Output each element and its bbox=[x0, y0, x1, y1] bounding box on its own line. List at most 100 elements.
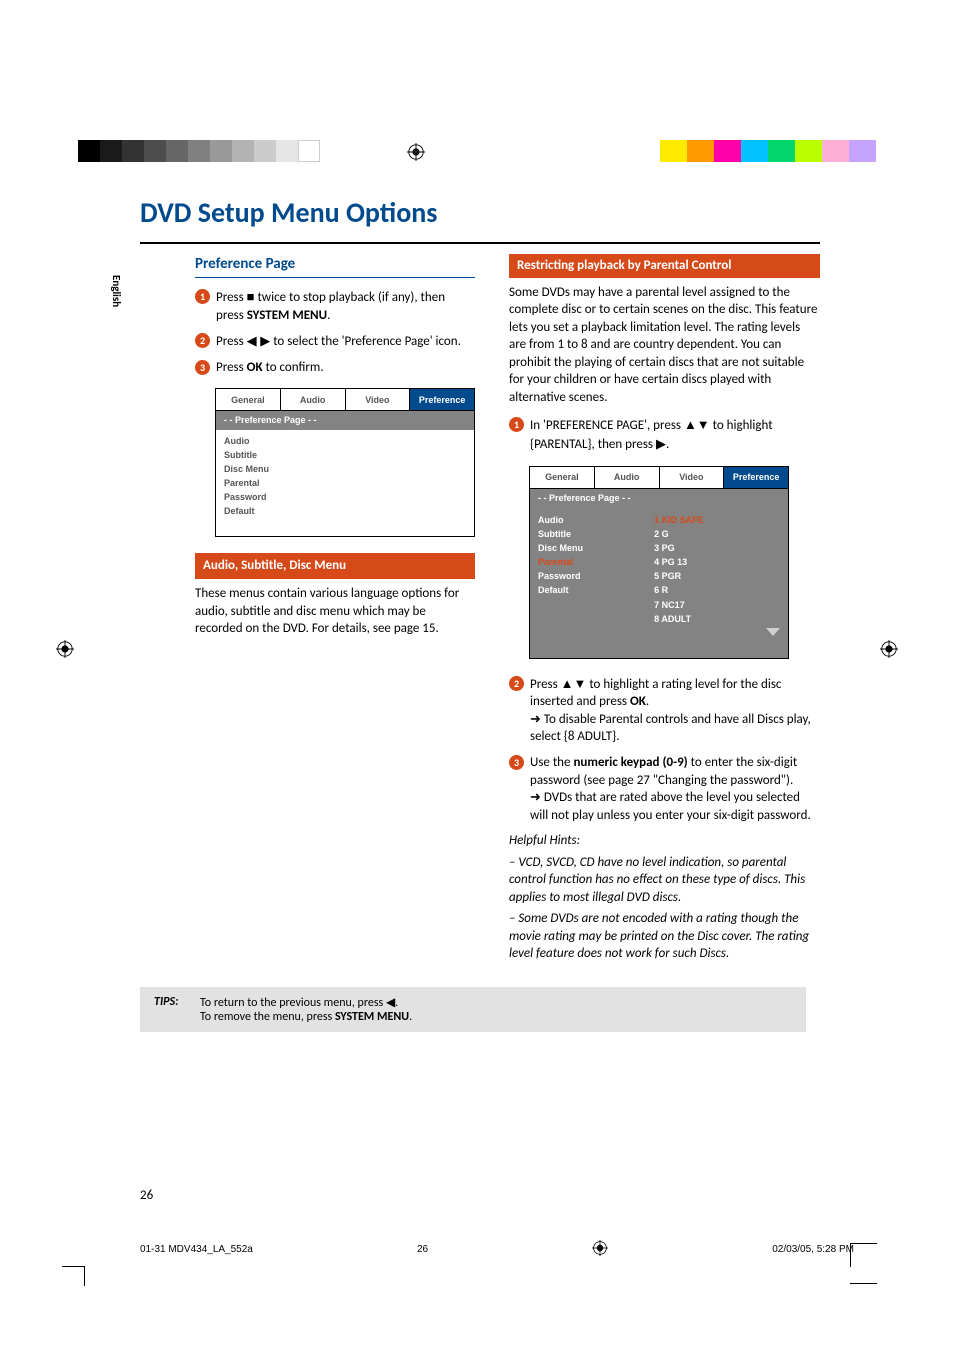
step-text: numeric keypad (0-9) bbox=[573, 755, 687, 770]
page-content: English DVD Setup Menu Options Preferenc… bbox=[140, 195, 820, 1032]
osd-value: 3 PG bbox=[654, 541, 780, 555]
osd-tab: General bbox=[530, 467, 595, 488]
osd-item: Default bbox=[538, 583, 654, 597]
osd-header: - - Preference Page - - bbox=[216, 411, 474, 429]
footer-file: 01-31 MDV434_LA_552a bbox=[140, 1244, 253, 1255]
tips-text: . bbox=[395, 996, 398, 1010]
osd-tab: Audio bbox=[281, 389, 346, 410]
registration-mark-icon bbox=[880, 640, 898, 663]
section-title-preference-page: Preference Page bbox=[195, 254, 475, 278]
registration-mark-icon bbox=[407, 143, 425, 161]
osd-item: Disc Menu bbox=[224, 462, 466, 476]
tips-text: . bbox=[409, 1010, 412, 1024]
osd-value: 6 R bbox=[654, 583, 780, 597]
osd-tab: Video bbox=[660, 467, 725, 488]
crop-mark-icon bbox=[62, 1250, 94, 1282]
language-tab: English bbox=[110, 275, 123, 307]
right-arrow-icon: ▶ bbox=[656, 436, 666, 451]
osd-value: 7 NC17 bbox=[654, 598, 780, 612]
printer-marks-top bbox=[0, 140, 954, 165]
footer-info: 01-31 MDV434_LA_552a 26 02/03/05, 5:28 P… bbox=[140, 1240, 854, 1259]
osd-parental-list: General Audio Video Preference - - Prefe… bbox=[529, 466, 789, 659]
step-badge: 2 bbox=[509, 676, 524, 691]
step-text: Use the bbox=[530, 755, 573, 770]
step-text: to select the 'Preference Page' icon. bbox=[270, 334, 461, 349]
page-number: 26 bbox=[140, 1188, 153, 1203]
step-3: 3 Press OK to confirm. bbox=[195, 359, 475, 377]
osd-preference-page: General Audio Video Preference - - Prefe… bbox=[215, 388, 475, 537]
osd-item: Default bbox=[224, 504, 466, 518]
step-text: SYSTEM MENU bbox=[247, 308, 327, 323]
osd-value: 4 PG 13 bbox=[654, 555, 780, 569]
hints-label: Helpful Hints: bbox=[509, 832, 820, 850]
step-2: 2 Press ◀ ▶ to select the 'Preference Pa… bbox=[195, 332, 475, 351]
step-badge: 3 bbox=[509, 755, 524, 770]
step-3: 3 Use the numeric keypad (0-9) to enter … bbox=[509, 754, 820, 824]
step-badge: 3 bbox=[195, 360, 210, 375]
osd-item: Audio bbox=[538, 513, 654, 527]
step-1: 1 Press ■ twice to stop playback (if any… bbox=[195, 288, 475, 324]
footer-folio: 26 bbox=[417, 1244, 428, 1255]
crop-mark-icon bbox=[850, 1235, 890, 1295]
tips-label: TIPS: bbox=[154, 995, 178, 1009]
osd-tab: Video bbox=[346, 389, 411, 410]
scroll-down-icon bbox=[766, 628, 780, 638]
osd-value-highlight: 1 KID SAFE bbox=[654, 513, 780, 527]
grayscale-swatches bbox=[78, 140, 320, 162]
topic-audio-subtitle-disc-menu: Audio, Subtitle, Disc Menu bbox=[195, 553, 475, 579]
step-text: . bbox=[327, 308, 330, 323]
title-divider bbox=[140, 242, 820, 244]
osd-value: 5 PGR bbox=[654, 569, 780, 583]
step-text: OK bbox=[247, 360, 263, 375]
step-sub: DVDs that are rated above the level you … bbox=[530, 789, 820, 824]
color-swatches bbox=[660, 140, 876, 162]
topic-body: These menus contain various language opt… bbox=[195, 585, 475, 638]
up-down-arrow-icon: ▲▼ bbox=[561, 676, 587, 691]
step-text: . bbox=[646, 694, 649, 709]
step-sub: To disable Parental controls and have al… bbox=[530, 711, 820, 746]
osd-item: Disc Menu bbox=[538, 541, 654, 555]
stop-icon: ■ bbox=[247, 289, 255, 304]
osd-tab: Audio bbox=[595, 467, 660, 488]
osd-item-highlight: Parental bbox=[538, 555, 654, 569]
step-badge: 2 bbox=[195, 333, 210, 348]
step-1: 1 In 'PREFERENCE PAGE', press ▲▼ to high… bbox=[509, 416, 820, 453]
osd-item: Password bbox=[224, 490, 466, 504]
osd-item: Subtitle bbox=[224, 448, 466, 462]
osd-item: Audio bbox=[224, 434, 466, 448]
intro-paragraph: Some DVDs may have a parental level assi… bbox=[509, 284, 820, 407]
footer-timestamp: 02/03/05, 5:28 PM bbox=[772, 1244, 854, 1255]
page-title: DVD Setup Menu Options bbox=[140, 195, 820, 230]
tips-text: To remove the menu, press bbox=[200, 1010, 335, 1024]
step-badge: 1 bbox=[195, 289, 210, 304]
step-text: Press bbox=[530, 677, 561, 692]
step-text: . bbox=[666, 437, 669, 452]
osd-tab-active: Preference bbox=[410, 389, 474, 410]
step-text: to confirm. bbox=[263, 360, 324, 375]
step-badge: 1 bbox=[509, 417, 524, 432]
osd-item: Parental bbox=[224, 476, 466, 490]
step-text: Press bbox=[216, 290, 247, 305]
left-arrow-icon: ◀ bbox=[386, 995, 395, 1009]
osd-header: - - Preference Page - - bbox=[530, 489, 788, 507]
osd-value: 2 G bbox=[654, 527, 780, 541]
tips-text: To return to the previous menu, press bbox=[200, 996, 386, 1010]
tips-text: SYSTEM MENU bbox=[335, 1010, 409, 1024]
up-down-arrow-icon: ▲▼ bbox=[684, 417, 710, 432]
registration-mark-icon bbox=[56, 640, 74, 663]
osd-value: 8 ADULT bbox=[654, 612, 780, 626]
osd-tab: General bbox=[216, 389, 281, 410]
step-text: In 'PREFERENCE PAGE', press bbox=[530, 418, 684, 433]
step-text: Press bbox=[216, 334, 247, 349]
osd-item: Password bbox=[538, 569, 654, 583]
step-text: Press bbox=[216, 360, 247, 375]
step-text: OK bbox=[630, 694, 646, 709]
registration-mark-icon bbox=[592, 1240, 608, 1259]
left-right-arrow-icon: ◀ ▶ bbox=[247, 333, 271, 348]
step-2: 2 Press ▲▼ to highlight a rating level f… bbox=[509, 675, 820, 746]
tips-box: TIPS: To return to the previous menu, pr… bbox=[140, 987, 806, 1032]
hint-2: – Some DVDs are not encoded with a ratin… bbox=[509, 910, 820, 963]
osd-item: Subtitle bbox=[538, 527, 654, 541]
topic-parental-control: Restricting playback by Parental Control bbox=[509, 254, 820, 278]
hint-1: – VCD, SVCD, CD have no level indication… bbox=[509, 854, 820, 907]
